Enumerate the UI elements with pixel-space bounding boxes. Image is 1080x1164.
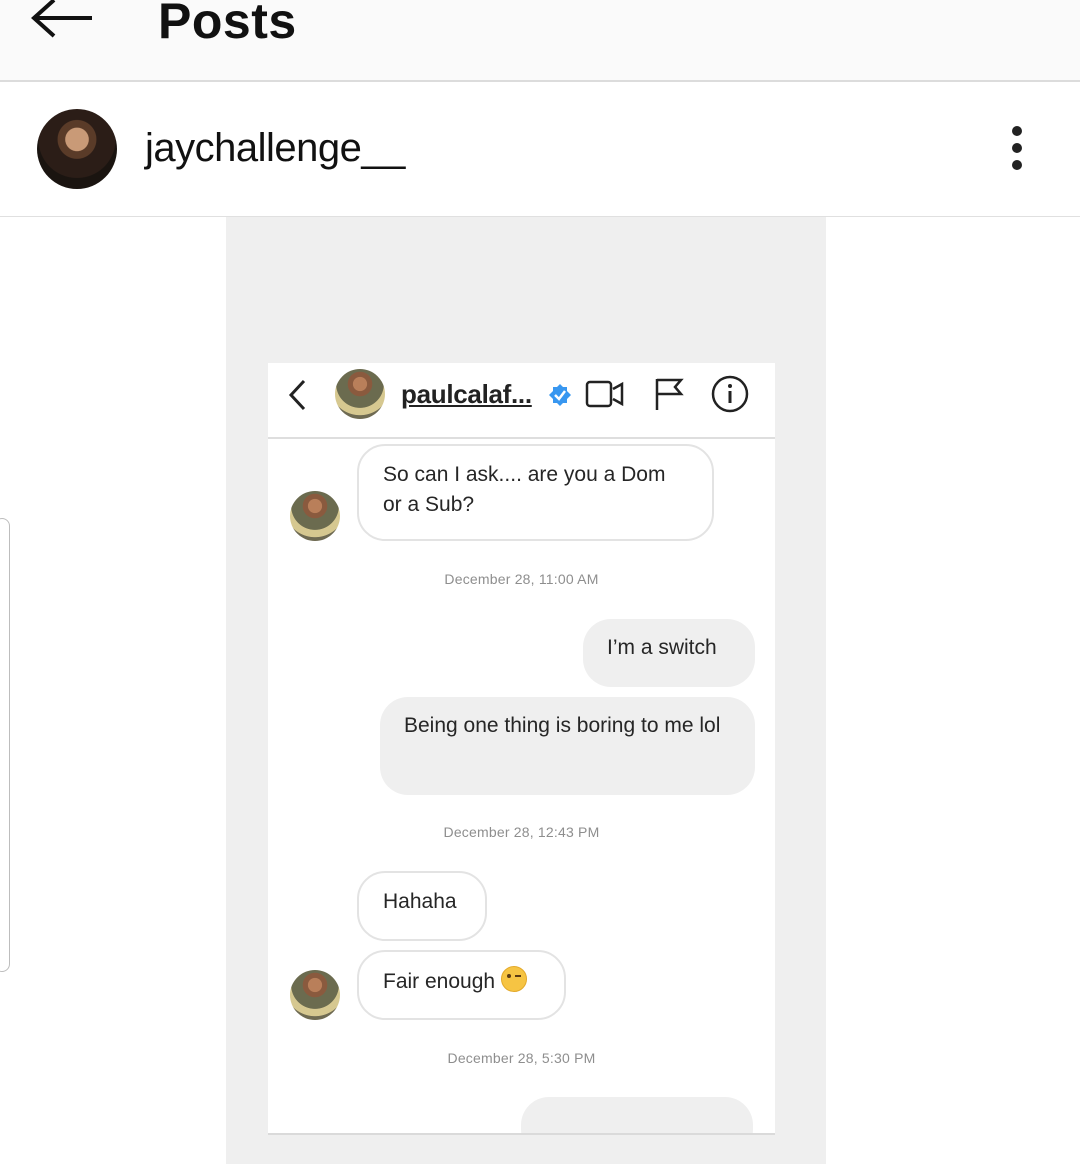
message-text: So can I ask.... are you a Dom or a Sub? <box>383 463 666 516</box>
message-bubble-incoming: Fair enough <box>357 950 566 1020</box>
contact-name[interactable]: paulcalaf... <box>401 379 532 410</box>
avatar[interactable] <box>37 109 117 189</box>
message-text: Hahaha <box>383 890 457 913</box>
sender-avatar <box>290 491 340 541</box>
edge-panel <box>0 518 10 972</box>
message-text: I’m a switch <box>607 636 717 659</box>
winking-face-emoji <box>501 966 528 992</box>
verified-badge-icon <box>549 384 571 406</box>
post-header: jaychallenge__ <box>0 82 1080 217</box>
page-title: Posts <box>158 0 297 49</box>
message-timestamp: December 28, 11:00 AM <box>444 571 599 587</box>
message-timestamp: December 28, 12:43 PM <box>443 824 600 840</box>
message-bubble-incoming: Hahaha <box>357 871 487 941</box>
arrow-left-icon[interactable] <box>30 0 96 44</box>
dm-screenshot: paulcalaf... So can I ask.... are you a … <box>268 363 775 1135</box>
message-bubble-outgoing: Being one thing is boring to me lol <box>380 697 755 795</box>
video-camera-icon[interactable] <box>585 379 625 409</box>
chevron-left-icon[interactable] <box>286 377 310 413</box>
message-bubble-outgoing <box>521 1097 753 1133</box>
username-link[interactable]: jaychallenge__ <box>145 126 405 171</box>
sender-avatar <box>290 970 340 1020</box>
message-bubble-outgoing: I’m a switch <box>583 619 755 687</box>
flag-icon[interactable] <box>654 377 684 411</box>
message-text: Fair enough <box>383 970 496 993</box>
contact-avatar[interactable] <box>335 369 385 419</box>
message-bubble-incoming: So can I ask.... are you a Dom or a Sub? <box>357 444 714 541</box>
app-top-bar: Posts <box>0 0 1080 82</box>
message-text: Being one thing is boring to me lol <box>404 714 721 737</box>
info-icon[interactable] <box>711 375 749 413</box>
kebab-menu-icon[interactable] <box>1006 126 1028 172</box>
dm-header: paulcalaf... <box>268 363 775 439</box>
message-timestamp: December 28, 5:30 PM <box>447 1050 596 1066</box>
